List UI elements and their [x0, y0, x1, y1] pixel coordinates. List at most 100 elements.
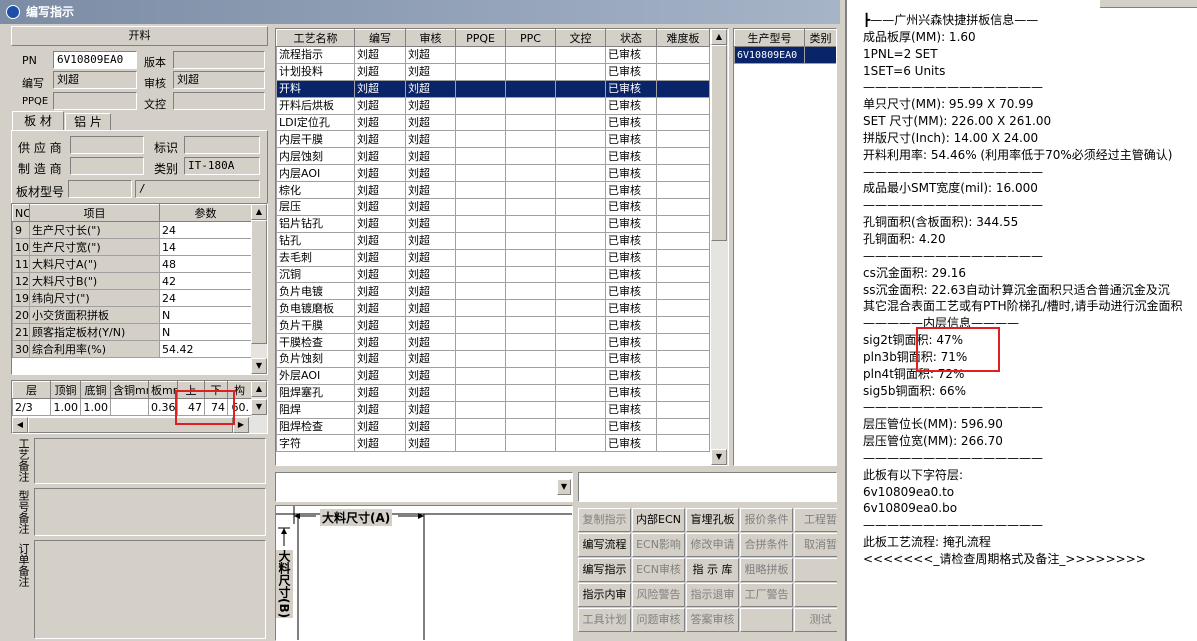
process-cell-docctrl[interactable] — [555, 181, 606, 200]
process-cell-difficulty[interactable] — [656, 46, 710, 64]
reviewer-field[interactable]: 刘超 — [173, 71, 265, 89]
params-row[interactable]: 19 纬向尺寸(") 24 — [12, 289, 252, 307]
scroll-up-icon[interactable]: ▲ — [711, 29, 727, 45]
process-row[interactable]: 钻孔 刘超 刘超 已审核 — [276, 231, 710, 250]
process-cell-ppqe[interactable] — [455, 62, 506, 81]
action-button[interactable]: 修改申请 — [686, 533, 739, 557]
process-cell-writer[interactable]: 刘超 — [354, 231, 406, 250]
order-note-field[interactable] — [34, 540, 266, 639]
action-button[interactable]: 风险警告 — [632, 583, 685, 607]
process-cell-difficulty[interactable] — [656, 214, 710, 233]
process-row[interactable]: 内层AOI 刘超 刘超 已审核 — [276, 164, 710, 183]
process-cell-ppc[interactable] — [505, 147, 556, 166]
process-cell-difficulty[interactable] — [656, 366, 710, 385]
process-cell-difficulty[interactable] — [656, 164, 710, 183]
process-cell-reviewer[interactable]: 刘超 — [405, 130, 456, 149]
process-cell-ppqe[interactable] — [455, 130, 506, 149]
process-cell-ppqe[interactable] — [455, 265, 506, 284]
process-cell-writer[interactable]: 刘超 — [354, 214, 406, 233]
process-cell-status[interactable]: 已审核 — [605, 62, 657, 81]
process-cell-reviewer[interactable]: 刘超 — [405, 350, 456, 368]
process-cell-name[interactable]: 层压 — [276, 198, 355, 216]
process-cell-writer[interactable]: 刘超 — [354, 79, 406, 98]
scroll-left-icon[interactable]: ◀ — [12, 417, 28, 433]
process-cell-ppc[interactable] — [505, 248, 556, 267]
product-header-cat[interactable]: 类别 — [804, 29, 836, 47]
scroll-down-icon[interactable]: ▼ — [711, 449, 727, 465]
process-cell-status[interactable]: 已审核 — [605, 79, 657, 98]
process-cell-difficulty[interactable] — [656, 316, 710, 335]
process-cell-name[interactable]: 内层蚀刻 — [276, 147, 355, 166]
product-cat[interactable] — [804, 46, 836, 64]
process-cell-ppc[interactable] — [505, 198, 556, 216]
scroll-up-icon[interactable]: ▲ — [251, 204, 267, 220]
process-row[interactable]: 铝片钻孔 刘超 刘超 已审核 — [276, 214, 710, 233]
process-cell-writer[interactable]: 刘超 — [354, 417, 406, 436]
process-cell-writer[interactable]: 刘超 — [354, 366, 406, 385]
process-cell-name[interactable]: 沉铜 — [276, 265, 355, 284]
params-cell-no[interactable]: 10 — [12, 238, 30, 256]
process-cell-ppc[interactable] — [505, 164, 556, 183]
process-row[interactable]: 阻焊塞孔 刘超 刘超 已审核 — [276, 383, 710, 402]
process-cell-ppqe[interactable] — [455, 147, 506, 166]
process-cell-difficulty[interactable] — [656, 333, 710, 352]
writer-field[interactable]: 刘超 — [53, 71, 137, 89]
layer-cell[interactable]: 0.360 — [148, 398, 178, 416]
process-cell-docctrl[interactable] — [555, 265, 606, 284]
process-row[interactable]: 棕化 刘超 刘超 已审核 — [276, 181, 710, 200]
action-button[interactable]: 答案审核 — [686, 608, 739, 632]
params-row[interactable]: 21 顾客指定板材(Y/N) N — [12, 323, 252, 341]
product-row[interactable]: 6V10809EA0 — [734, 46, 836, 64]
layer-header[interactable]: 底铜 — [80, 381, 111, 399]
process-row[interactable]: 阻焊 刘超 刘超 已审核 — [276, 400, 710, 419]
process-cell-ppc[interactable] — [505, 417, 556, 436]
params-cell-value[interactable]: 54.42 — [159, 340, 252, 358]
process-cell-docctrl[interactable] — [555, 333, 606, 352]
action-button[interactable]: 测试 — [794, 608, 837, 632]
params-cell-item[interactable]: 生产尺寸长(") — [29, 221, 160, 239]
process-cell-status[interactable]: 已审核 — [605, 181, 657, 200]
action-button[interactable]: 指 示 库 — [686, 558, 739, 582]
scroll-thumb[interactable] — [711, 45, 727, 241]
action-button[interactable]: 工具计划 — [578, 608, 631, 632]
process-cell-ppc[interactable] — [505, 299, 556, 318]
params-header-item[interactable]: 项目 — [29, 204, 160, 222]
params-cell-no[interactable]: 30 — [12, 340, 30, 358]
process-cell-reviewer[interactable]: 刘超 — [405, 248, 456, 267]
process-header[interactable]: PPQE — [455, 29, 506, 47]
action-button[interactable]: 报价条件 — [740, 508, 793, 532]
process-cell-status[interactable]: 已审核 — [605, 113, 657, 132]
process-cell-docctrl[interactable] — [555, 214, 606, 233]
mark-field[interactable] — [184, 136, 260, 154]
action-button[interactable]: 内部ECN — [632, 508, 685, 532]
process-row[interactable]: 外层AOI 刘超 刘超 已审核 — [276, 366, 710, 385]
process-cell-status[interactable]: 已审核 — [605, 333, 657, 352]
action-button[interactable]: ECN影响 — [632, 533, 685, 557]
product-grid[interactable]: 生产型号 类别 6V10809EA0 — [733, 28, 837, 466]
process-cell-ppc[interactable] — [505, 214, 556, 233]
params-cell-no[interactable]: 11 — [12, 255, 30, 273]
product-model[interactable]: 6V10809EA0 — [734, 46, 805, 64]
action-button[interactable]: 工厂警告 — [740, 583, 793, 607]
process-cell-difficulty[interactable] — [656, 417, 710, 436]
process-cell-docctrl[interactable] — [555, 299, 606, 318]
process-cell-ppc[interactable] — [505, 333, 556, 352]
process-cell-reviewer[interactable]: 刘超 — [405, 417, 456, 436]
process-cell-ppqe[interactable] — [455, 366, 506, 385]
process-cell-reviewer[interactable]: 刘超 — [405, 282, 456, 301]
params-row[interactable]: 20 小交货面积拼板 N — [12, 306, 252, 324]
action-button[interactable]: 合拼条件 — [740, 533, 793, 557]
process-cell-status[interactable]: 已审核 — [605, 198, 657, 216]
action-button[interactable]: 编写指示 — [578, 558, 631, 582]
params-cell-value[interactable]: N — [159, 306, 252, 324]
process-cell-ppc[interactable] — [505, 350, 556, 368]
process-cell-name[interactable]: 钻孔 — [276, 231, 355, 250]
params-header-value[interactable]: 参数 — [159, 204, 252, 222]
process-cell-status[interactable]: 已审核 — [605, 46, 657, 64]
tab-aluminum[interactable]: 铝 片 — [65, 113, 111, 131]
process-row[interactable]: 干膜检查 刘超 刘超 已审核 — [276, 333, 710, 352]
action-button[interactable]: 问题审核 — [632, 608, 685, 632]
layer-cell[interactable]: 2/3 — [12, 398, 51, 416]
process-cell-difficulty[interactable] — [656, 434, 710, 453]
process-cell-ppqe[interactable] — [455, 79, 506, 98]
